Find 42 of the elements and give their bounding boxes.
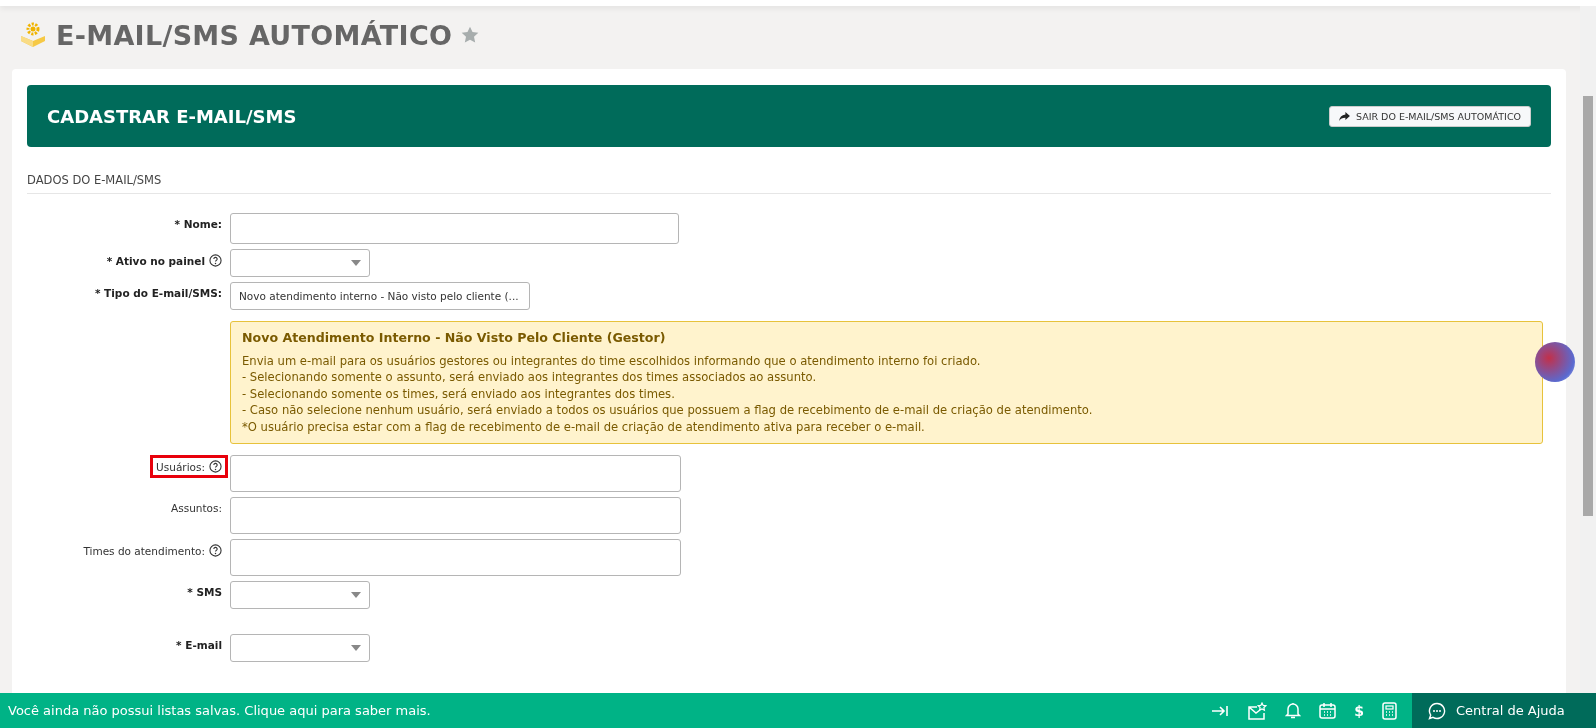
calendar-icon[interactable]: [1319, 702, 1337, 719]
chat-bubble-icon: [1428, 701, 1446, 720]
field-label: Usuários:: [156, 460, 205, 473]
panel-title: CADASTRAR E-MAIL/SMS: [47, 105, 297, 127]
info-title: Novo Atendimento Interno - Não Visto Pelo Cliente (Gestor): [242, 330, 667, 347]
info-text: - Caso não selecione nenhum usuário, será enviado a todos os usuários que possuem a flag de recebimento de e-mail de criação de atendimento.: [242, 402, 1094, 419]
share-arrow-icon: [1338, 111, 1350, 121]
dropdown[interactable]: [230, 249, 370, 277]
multi-select-field[interactable]: [230, 455, 681, 492]
section-title: DADOS DO E-MAIL/SMS: [27, 147, 1551, 194]
dropdown[interactable]: [230, 634, 370, 662]
arrow-to-bar-icon[interactable]: [1211, 703, 1230, 718]
text-field[interactable]: [230, 213, 679, 244]
caret-icon: [351, 592, 361, 598]
help-icon[interactable]: [209, 544, 222, 557]
page-title: E-MAIL/SMS AUTOMÁTICO: [56, 19, 453, 51]
caret-icon: [351, 260, 361, 266]
dropdown[interactable]: Novo atendimento interno - Não visto pelo cliente (...: [230, 282, 530, 310]
help-icon[interactable]: [209, 460, 222, 473]
star-icon[interactable]: [460, 25, 481, 45]
field-label: * E-mail: [176, 639, 222, 651]
multi-select-field[interactable]: [230, 539, 681, 576]
info-text: - Selecionando somente os times, será enviado aos integrantes dos times.: [242, 385, 676, 402]
field-label: Times do atendimento:: [83, 544, 205, 557]
exit-button[interactable]: SAIR DO E-MAIL/SMS AUTOMÁTICO: [1328, 105, 1531, 127]
field-label: * Tipo do E-mail/SMS:: [94, 287, 222, 299]
field-label: * Ativo no painel: [106, 254, 205, 267]
info-text: *O usuário precisa estar com a flag de recebimento de e-mail de criação de atendimento ativa para receber o e-mail.: [242, 418, 926, 435]
field-label: * Nome:: [174, 218, 222, 230]
gear-box-icon: [18, 20, 48, 50]
info-text: Envia um e-mail para os usuários gestores ou integrantes do time escolhidos informando que o atendimento interno foi criado.: [242, 352, 982, 369]
field-label: Assuntos:: [171, 502, 222, 514]
help-center-button[interactable]: Central de Ajuda: [1412, 693, 1596, 728]
bell-icon[interactable]: [1285, 702, 1302, 719]
dropdown[interactable]: [230, 581, 370, 609]
info-text: - Selecionando somente o assunto, será enviado aos integrantes dos times associados ao assunto.: [242, 369, 818, 386]
field-label: * SMS: [187, 586, 222, 598]
calculator-icon[interactable]: [1382, 701, 1397, 720]
multi-select-field[interactable]: [230, 497, 681, 534]
mail-star-icon[interactable]: [1247, 701, 1268, 720]
help-icon[interactable]: [209, 254, 222, 267]
caret-icon: [351, 645, 361, 651]
